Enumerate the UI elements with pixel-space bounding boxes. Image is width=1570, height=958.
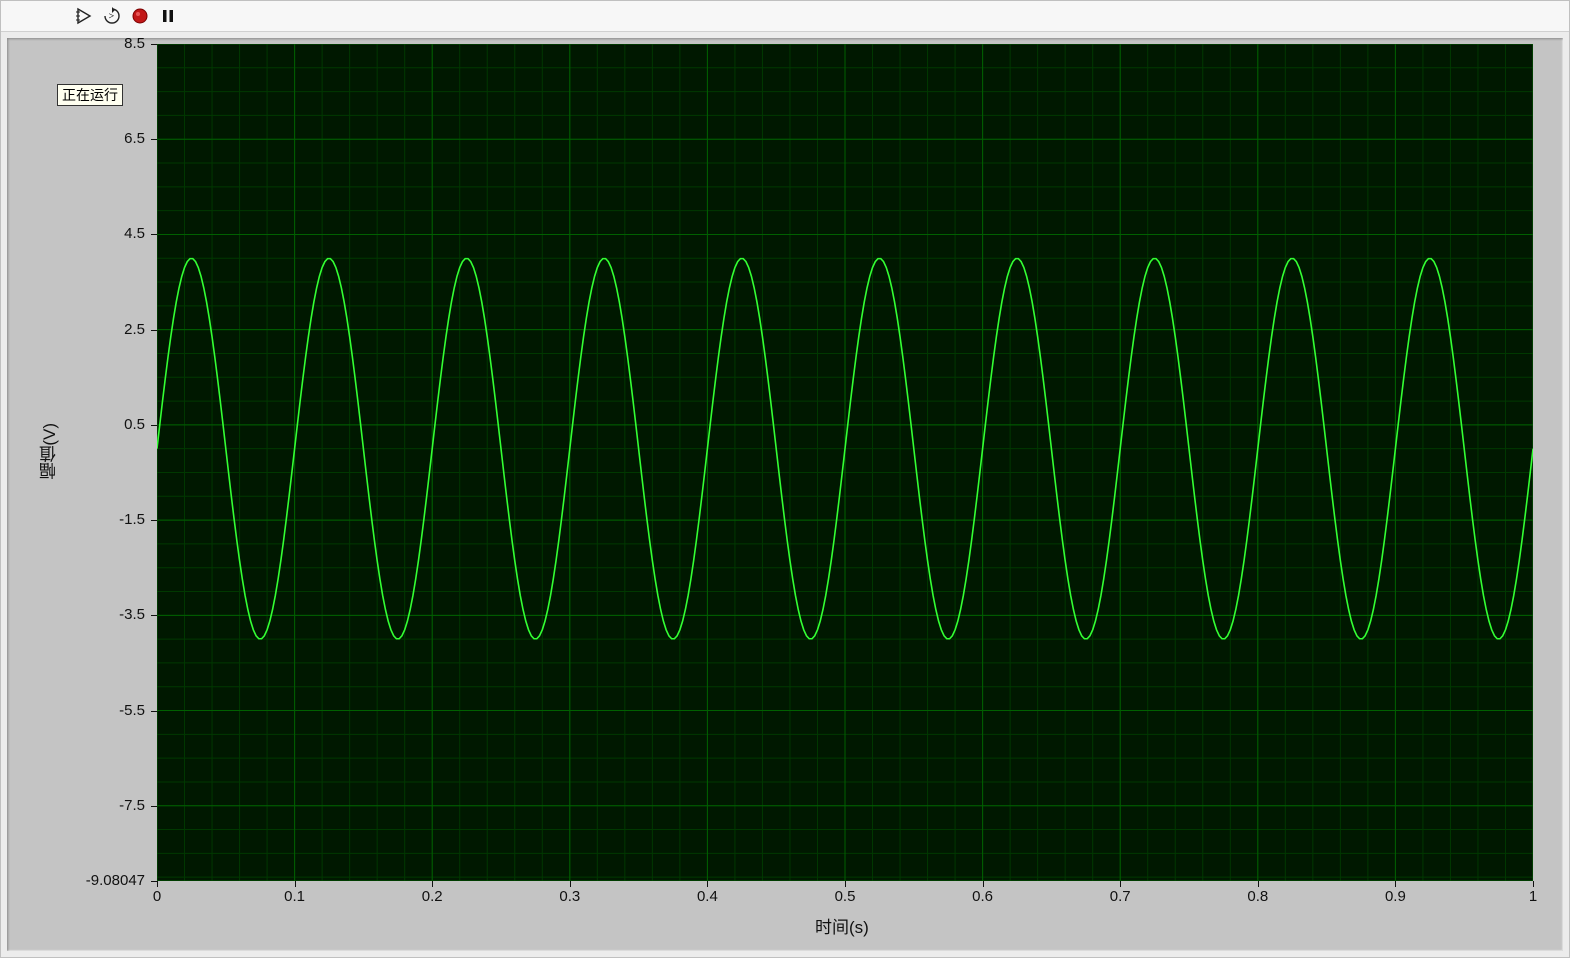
y-tick-label: 4.5 xyxy=(7,226,145,241)
waveform-trace xyxy=(157,44,1533,881)
waveform-panel: 正在运行 -9.08047 -7.5 -5.5 -3.5 -1.5 0.5 2.5 4.5 6.… xyxy=(7,38,1563,951)
app-window: 正在运行 -9.08047 -7.5 -5.5 -3.5 -1.5 0.5 2.5 4.5 6.… xyxy=(0,0,1570,958)
y-tick-label: -1.5 xyxy=(7,512,145,527)
y-tick-label: 2.5 xyxy=(7,322,145,337)
toolbar xyxy=(1,1,1569,32)
x-tick-label: 0.8 xyxy=(1247,889,1268,904)
waveform-chart[interactable]: -9.08047 -7.5 -5.5 -3.5 -1.5 0.5 2.5 4.5 6.5 8.5 0… xyxy=(7,38,1563,951)
x-tick-label: 0.9 xyxy=(1385,889,1406,904)
x-tick-label: 0.7 xyxy=(1110,889,1131,904)
pause-button[interactable] xyxy=(157,5,179,27)
y-tick-label: -7.5 xyxy=(7,798,145,813)
x-tick-label: 0.3 xyxy=(559,889,580,904)
x-tick-label: 0.4 xyxy=(697,889,718,904)
x-tick-label: 0.5 xyxy=(835,889,856,904)
x-axis-label: 时间(s) xyxy=(815,913,869,938)
content-area: 正在运行 -9.08047 -7.5 -5.5 -3.5 -1.5 0.5 2.5 4.5 6.… xyxy=(1,32,1569,957)
y-axis-label: 幅值(V) xyxy=(37,423,62,480)
y-tick-label: -9.08047 xyxy=(7,873,145,888)
x-tick-label: 0 xyxy=(153,889,161,904)
run-button[interactable] xyxy=(73,5,95,27)
y-tick-label: 0.5 xyxy=(7,417,145,432)
status-tooltip: 正在运行 xyxy=(57,84,123,106)
y-tick-label: -3.5 xyxy=(7,607,145,622)
y-tick-label: 6.5 xyxy=(7,131,145,146)
x-tick-label: 0.6 xyxy=(972,889,993,904)
x-tick-label: 1 xyxy=(1529,889,1537,904)
abort-button[interactable] xyxy=(129,5,151,27)
x-tick-label: 0.2 xyxy=(422,889,443,904)
x-tick-label: 0.1 xyxy=(284,889,305,904)
run-continuous-button[interactable] xyxy=(101,5,123,27)
y-tick-label: 8.5 xyxy=(7,36,145,51)
y-tick-label: -5.5 xyxy=(7,703,145,718)
